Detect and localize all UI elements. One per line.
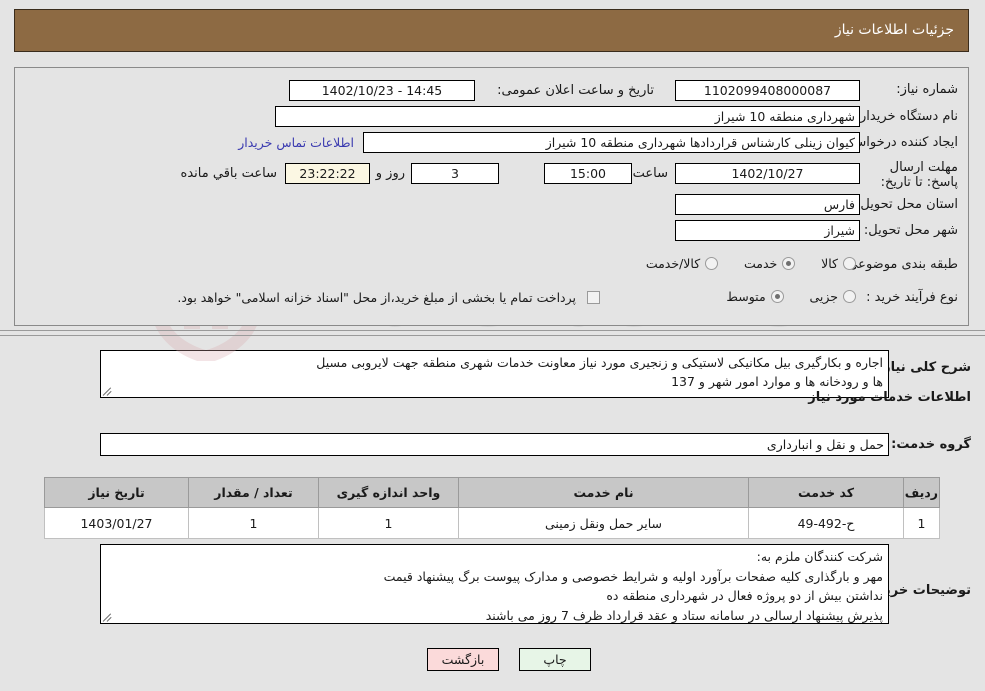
process-label: نوع فرآیند خرید : [866,290,958,305]
need-number-value: 1102099408000087 [675,80,860,101]
buyer-notes-line-4: پذیرش پیشنهاد ارسالی در سامانه ستاد و عق… [485,607,883,623]
radio-icon[interactable] [782,257,796,270]
days-remaining-label: روز و [375,166,405,181]
process-option-1-label: متوسط [726,289,766,304]
days-remaining-value: 3 [411,163,499,184]
category-option-0-label: کالا [821,256,838,271]
description-label: شرح کلی نیاز: [877,360,971,375]
service-group-label: گروه خدمت: [891,437,971,452]
public-announce-value: 14:45 - 1402/10/23 [289,80,475,101]
back-button[interactable]: بازگشت [427,648,499,671]
buyer-org-value: شهرداری منطقه 10 شیراز [275,106,860,127]
radio-icon[interactable] [843,257,856,270]
page-header-bar: جزئیات اطلاعات نیاز [14,9,969,52]
process-option-0[interactable]: جزیی [809,289,856,304]
category-option-1-label: خدمت [744,256,778,271]
city-value: شیراز [675,220,860,241]
table-col-unit: واحد اندازه گیری [318,477,459,508]
city-label: شهر محل تحویل: [863,223,958,238]
public-announce-label: تاریخ و ساعت اعلان عمومی: [497,83,654,98]
province-label: استان محل تحویل: [856,197,958,212]
page-title: جزئیات اطلاعات نیاز [834,22,954,38]
radio-icon[interactable] [705,257,719,270]
need-number-row: شماره نیاز: [896,82,958,97]
buyer-contact-link[interactable]: اطلاعات تماس خریدار [238,135,354,150]
cell-quantity: 1 [188,507,319,539]
category-label: طبقه بندی موضوعی: [842,257,958,272]
process-radio-group: جزیی متوسط [704,289,856,306]
deadline-date-value: 1402/10/27 [675,163,860,184]
description-textbox[interactable]: اجاره و بکارگیری بیل مکانیکی لاستیکی و ز… [100,350,889,398]
need-info-panel: شماره نیاز: 1102099408000087 تاریخ و ساع… [14,67,969,326]
radio-icon[interactable] [770,290,784,303]
description-line-2: ها و رودخانه ها و موارد امور شهر و 137 [671,374,883,389]
divider-top [0,330,985,331]
cell-unit: 1 [318,507,459,539]
table-header-row: ردیف کد خدمت نام خدمت واحد اندازه گیری ت… [44,477,940,508]
need-number-label: شماره نیاز: [896,82,958,97]
process-option-0-label: جزیی [809,289,838,304]
service-group-value: حمل و نقل و انبارداری [100,433,889,456]
countdown-label: ساعت باقي مانده [180,166,277,181]
services-table: ردیف کد خدمت نام خدمت واحد اندازه گیری ت… [44,477,940,539]
table-col-need-date: تاریخ نیاز [44,477,189,508]
treasury-note: پرداخت تمام یا بخشی از مبلغ خرید،از محل … [177,290,576,305]
buyer-notes-line-1: شرکت کنندگان ملزم به: [756,549,883,564]
deadline-label: مهلت ارسال پاسخ: تا تاریخ: [880,160,958,190]
description-line-1: اجاره و بکارگیری بیل مکانیکی لاستیکی و ز… [316,355,883,370]
treasury-checkbox[interactable] [587,291,600,304]
table-row[interactable]: 1 ح-492-49 سایر حمل ونقل زمینی 1 1 1403/… [44,507,940,539]
cell-service-name: سایر حمل ونقل زمینی [458,507,749,539]
category-option-1[interactable]: خدمت [744,256,796,271]
radio-icon[interactable] [843,290,856,303]
table-col-quantity: تعداد / مقدار [188,477,319,508]
cell-row-no: 1 [903,507,940,539]
creator-value: کیوان زینلی کارشناس قراردادها شهرداری من… [363,132,860,153]
category-option-2-label: کالا/خدمت [645,256,701,271]
divider-bottom [0,335,985,336]
table-col-row-no: ردیف [903,477,940,508]
print-button[interactable]: چاپ [519,648,591,671]
deadline-hour-value: 15:00 [544,163,632,184]
buyer-org-label: نام دستگاه خریدار: [855,109,958,124]
cell-service-code: ح-492-49 [748,507,904,539]
services-section-title: اطلاعات خدمات مورد نیاز [808,390,971,405]
province-value: فارس [675,194,860,215]
table-col-service-name: نام خدمت [458,477,749,508]
table-col-service-code: کد خدمت [748,477,904,508]
countdown-value: 23:22:22 [285,163,370,184]
category-option-2[interactable]: کالا/خدمت [645,256,719,271]
category-option-0[interactable]: کالا [821,256,856,271]
category-radio-group: کالا خدمت کالا/خدمت [624,256,856,273]
deadline-hour-label: ساعت [632,166,668,181]
buyer-notes-line-3: نداشتن بیش از دو پروژه فعال در شهرداری م… [606,588,883,603]
process-option-1[interactable]: متوسط [726,289,784,304]
buyer-notes-textbox[interactable]: شرکت کنندگان ملزم به: مهر و بارگذاری کلی… [100,544,889,624]
buyer-notes-line-2: مهر و بارگذاری کلیه صفحات برآورد اولیه و… [383,568,883,584]
cell-need-date: 1403/01/27 [44,507,189,539]
